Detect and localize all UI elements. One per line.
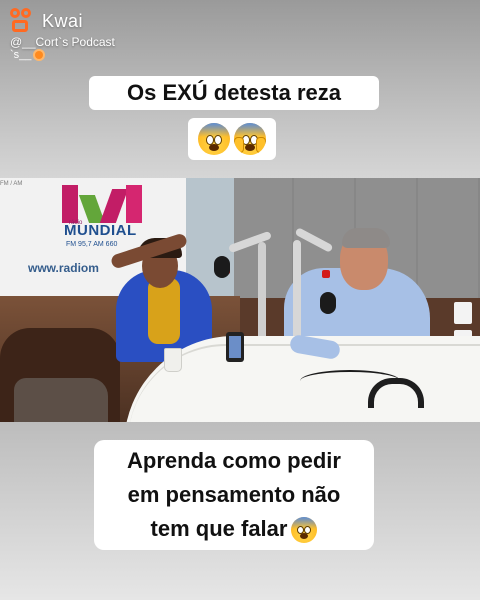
banner-small-text: FM / AM [0,181,23,187]
bottom-caption-line-2: em pensamento não [127,482,341,507]
microphone-icon [320,292,336,314]
banner-brand: MUNDIAL [64,222,137,239]
screaming-face-icon [234,123,266,155]
woman-collar [148,278,180,344]
radio-logo-icon [60,178,145,223]
man-hair [342,228,390,248]
top-caption: Os EXÚ detesta reza [89,76,379,110]
kwai-logo-icon [10,8,36,34]
microphone-icon [214,256,230,278]
watermark-username-line2: `s__ [10,49,115,61]
watermark-username-suffix: `s__ [10,49,32,61]
mic-tally-light [322,270,330,278]
banner-frequency: FM 95,7 AM 660 [66,241,118,248]
paper-cup [164,348,182,372]
fearful-face-icon [291,517,318,544]
bottom-caption-line-3-row: tem que falar [100,512,368,546]
kwai-app-name: Kwai [42,10,84,31]
watermark-username: @__Cort`s Podcast [10,35,115,49]
top-emoji-group [188,118,276,160]
kwai-watermark: Kwai @__Cort`s Podcast `s__ [10,8,115,61]
video-frame-photo: FM / AM rádio MUNDIAL FM 95,7 AM 660 www… [0,178,480,422]
bottom-caption: Aprenda como pedir em pensamento não tem… [94,440,374,550]
sun-icon [35,51,44,59]
bag [14,378,108,422]
banner-website: www.radiom [28,261,99,275]
wall-socket [454,302,472,324]
bottom-caption-line-3: tem que falar [150,516,288,541]
bottom-caption-line-1: Aprenda como pedir [127,448,341,473]
fearful-face-icon [198,123,230,155]
smartphone-screen [229,336,241,358]
